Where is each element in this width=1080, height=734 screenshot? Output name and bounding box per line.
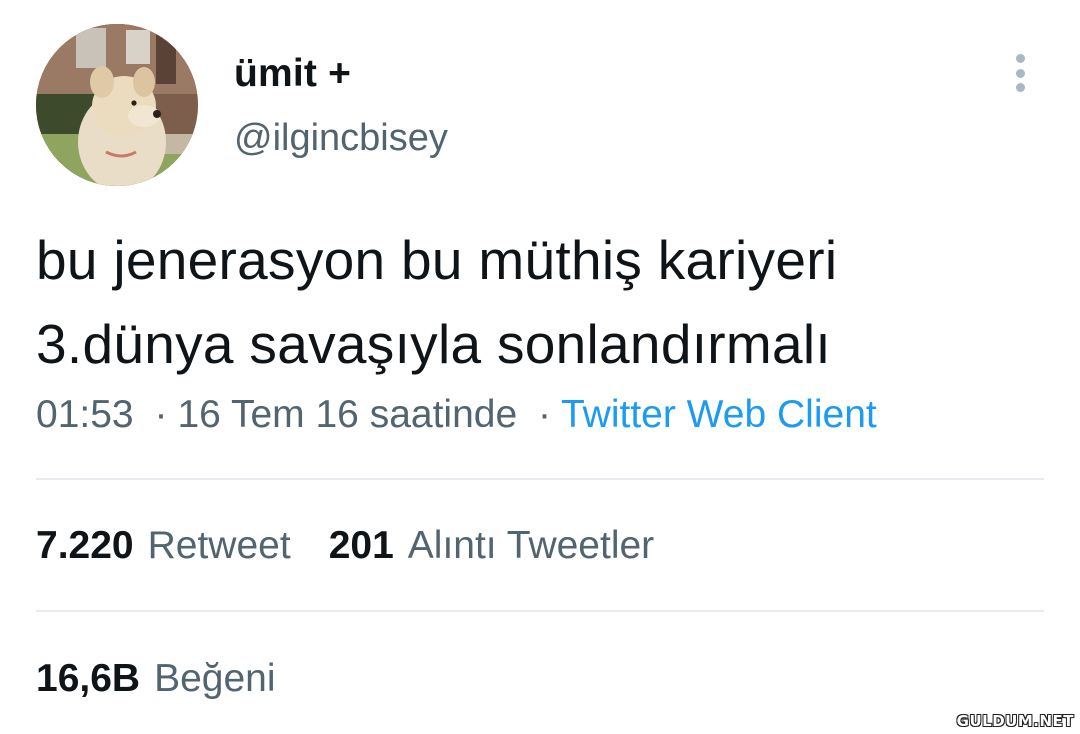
meta-separator: ·: [538, 393, 551, 436]
retweet-count: 7.220: [36, 524, 134, 567]
quote-label: Alıntı Tweetler: [407, 524, 655, 567]
quote-count: 201: [328, 524, 394, 567]
tweet-meta: 01:53 · 16 Tem 16 saatinde · Twitter Web C…: [36, 393, 877, 437]
meta-separator: ·: [154, 393, 168, 436]
like-count: 16,6B: [36, 657, 141, 700]
avatar[interactable]: [36, 24, 198, 186]
more-options-button[interactable]: [1004, 50, 1036, 96]
site-watermark: GULDUM.NET: [956, 712, 1074, 730]
more-vertical-icon: [1015, 54, 1025, 63]
likes-stat[interactable]: 16,6B Beğeni: [36, 657, 276, 700]
tweet-source-link[interactable]: Twitter Web Client: [561, 393, 877, 436]
tweet-text-line: bu jenerasyon bu müthiş kariyeri: [36, 229, 838, 291]
user-handle[interactable]: @ilgincbisey: [234, 117, 448, 160]
more-vertical-icon-dot: [1015, 83, 1025, 92]
quotes-stat[interactable]: 201 Alıntı Tweetler: [329, 524, 654, 568]
display-name[interactable]: ümit +: [234, 52, 351, 96]
more-vertical-icon-dot: [1015, 68, 1025, 78]
retweet-label: Retweet: [147, 524, 291, 567]
tweet-date[interactable]: 16 Tem 16 saatinde: [177, 393, 517, 436]
divider: [36, 478, 1044, 480]
tweet-time[interactable]: 01:53: [36, 393, 134, 436]
engagement-stats: 7.220 Retweet 201 Alıntı Tweetler: [36, 524, 654, 568]
dog-avatar-image: [36, 24, 198, 186]
tweet-text: bu jenerasyon bu müthiş kariyeri 3.dünya…: [36, 218, 1046, 386]
tweet-text-line: 3.dünya savaşıyla sonlandırmalı: [36, 313, 832, 375]
retweets-stat[interactable]: 7.220 Retweet: [36, 524, 291, 568]
divider: [36, 610, 1044, 612]
tweet-detail: ümit + @ilgincbisey bu jenerasyon bu müt…: [0, 0, 1080, 734]
likes-stat-row: 16,6B Beğeni: [36, 657, 276, 701]
like-label: Beğeni: [154, 657, 276, 700]
